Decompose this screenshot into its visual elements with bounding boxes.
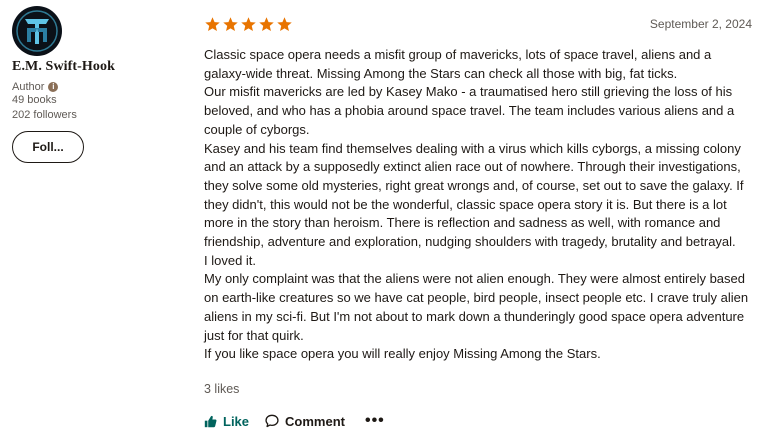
likes-count[interactable]: 3 likes: [204, 382, 752, 396]
thumbs-up-icon: [204, 415, 217, 428]
reviewer-panel: E.M. Swift-Hook Author i 49 books 202 fo…: [12, 6, 182, 163]
reviewer-followers[interactable]: 202 followers: [12, 108, 182, 123]
review-paragraph: If you like space opera you will really …: [204, 346, 601, 362]
review-header: September 2, 2024: [204, 14, 752, 34]
review-body: Classic space opera needs a misfit group…: [204, 46, 752, 364]
reviewer-name[interactable]: E.M. Swift-Hook: [12, 59, 182, 75]
reviewer-avatar[interactable]: [12, 6, 62, 56]
review-date[interactable]: September 2, 2024: [650, 17, 752, 31]
star-icon: [259, 16, 274, 31]
star-icon: [223, 16, 238, 31]
star-icon: [277, 16, 292, 31]
reviewer-books[interactable]: 49 books: [12, 93, 182, 108]
review-paragraph: Kasey and his team find themselves deali…: [204, 140, 744, 250]
author-logo-icon: [13, 7, 61, 55]
review-paragraph: My only complaint was that the aliens we…: [204, 271, 749, 343]
reviewer-role-row: Author i: [12, 81, 182, 93]
like-button[interactable]: Like: [204, 414, 249, 429]
comment-button[interactable]: Comment: [265, 414, 345, 429]
review-paragraph: I loved it.: [204, 252, 257, 268]
review-paragraph: Our misfit mavericks are led by Kasey Ma…: [204, 84, 735, 137]
star-icon: [241, 16, 256, 31]
more-options-icon[interactable]: •••: [365, 413, 385, 429]
review-actions: Like Comment •••: [204, 413, 752, 429]
rating-stars: [204, 16, 293, 33]
like-label: Like: [223, 413, 250, 429]
review-content: September 2, 2024 Classic space opera ne…: [204, 14, 752, 429]
review-paragraph: Classic space opera needs a misfit group…: [204, 47, 712, 81]
comment-label: Comment: [285, 413, 345, 429]
review-card: E.M. Swift-Hook Author i 49 books 202 fo…: [0, 0, 768, 439]
info-icon[interactable]: i: [48, 82, 59, 92]
reviewer-role: Author: [12, 81, 45, 93]
star-icon: [205, 16, 220, 31]
follow-button[interactable]: Foll...: [12, 131, 84, 163]
comment-bubble-icon: [265, 415, 279, 428]
